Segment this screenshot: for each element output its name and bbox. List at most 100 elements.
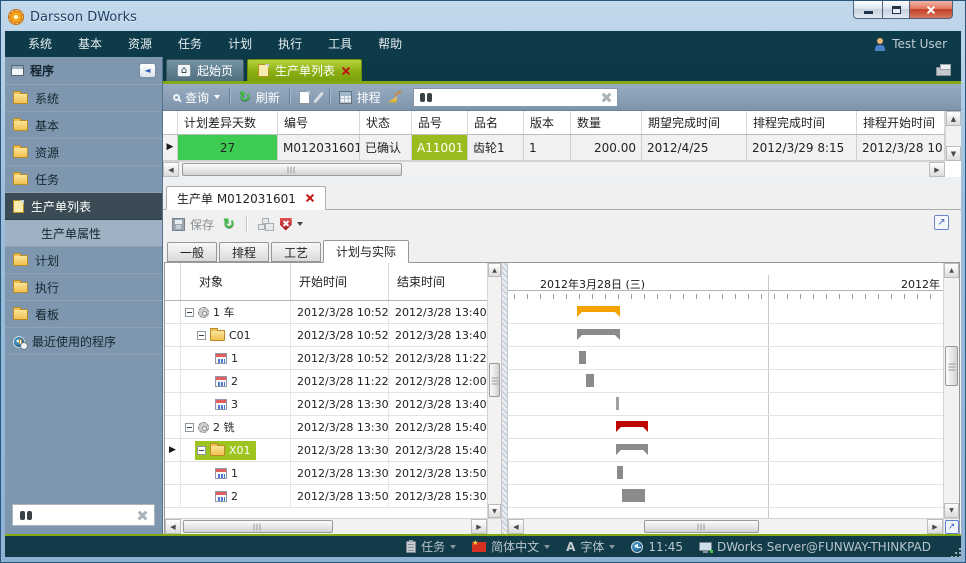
sidebar-item-resource[interactable]: 资源 — [5, 139, 162, 166]
menu-execute[interactable]: 执行 — [265, 31, 315, 57]
gantt-summary-bar[interactable] — [616, 421, 648, 432]
cell-start-time[interactable]: 2012/3/28 13:30 — [291, 416, 389, 438]
menu-resource[interactable]: 资源 — [115, 31, 165, 57]
column-header[interactable]: 排程完成时间 — [747, 111, 857, 134]
gantt-task-bar[interactable] — [622, 489, 645, 502]
menu-basic[interactable]: 基本 — [65, 31, 115, 57]
status-language-dropdown[interactable]: 简体中文 — [472, 538, 550, 555]
tree-row-selected[interactable]: ▶ X01 2012/3/28 13:30 2012/3/28 15:40 — [165, 439, 487, 462]
sidebar-item-recent-programs[interactable]: 最近使用的程序 — [5, 328, 162, 355]
resize-grip[interactable] — [955, 552, 957, 554]
scroll-right-arrow[interactable]: ▶ — [471, 519, 487, 534]
cell-item-no[interactable]: A11001 — [412, 135, 468, 160]
tree-cell-object[interactable]: 2 铣 — [181, 416, 291, 438]
tree-row[interactable]: 1 2012/3/28 13:30 2012/3/28 13:50 — [165, 462, 487, 485]
cell-start-time[interactable]: 2012/3/28 10:52 — [291, 301, 389, 323]
tree-row[interactable]: 1 2012/3/28 10:52 2012/3/28 11:22 — [165, 347, 487, 370]
column-header[interactable]: 排程开始时间 — [857, 111, 945, 134]
printer-icon[interactable] — [936, 67, 951, 76]
cell-end-time[interactable]: 2012/3/28 13:50 — [389, 462, 487, 484]
column-header[interactable]: 编号 — [278, 111, 360, 134]
tab-home[interactable]: ⌂ 起始页 — [166, 59, 244, 81]
tree-cell-object[interactable]: 3 — [181, 393, 291, 415]
expand-gantt-icon[interactable]: ↗ — [945, 520, 959, 534]
menu-tools[interactable]: 工具 — [315, 31, 365, 57]
menu-plan[interactable]: 计划 — [215, 31, 265, 57]
cell-start-time[interactable]: 2012/3/28 11:22 — [291, 370, 389, 392]
cell-end-time[interactable]: 2012/3/28 15:40 — [389, 439, 487, 461]
query-button[interactable]: 查询 — [173, 89, 220, 106]
column-header[interactable]: 状态 — [360, 111, 412, 134]
tree-cell-object[interactable]: X01 — [181, 439, 291, 461]
tree-cell-object[interactable]: 1 — [181, 462, 291, 484]
sidebar-item-task[interactable]: 任务 — [5, 166, 162, 193]
menu-system[interactable]: 系统 — [15, 31, 65, 57]
tree-cell-object[interactable]: 2 — [181, 370, 291, 392]
collapse-node-icon[interactable] — [185, 423, 194, 432]
open-external-icon[interactable]: ↗ — [934, 215, 949, 230]
sidebar-search-box[interactable] — [12, 504, 155, 526]
detail-doc-tab[interactable]: 生产单 M012031601 — [166, 186, 326, 210]
collapse-node-icon[interactable] — [197, 331, 206, 340]
tab-plan-vs-actual[interactable]: 计划与实际 — [323, 240, 409, 263]
menu-task[interactable]: 任务 — [165, 31, 215, 57]
scroll-right-arrow[interactable]: ▶ — [929, 162, 945, 177]
sidebar-collapse-button[interactable]: ◄ — [139, 63, 156, 78]
column-header[interactable]: 结束时间 — [389, 263, 487, 300]
column-header[interactable]: 期望完成时间 — [642, 111, 747, 134]
sidebar-item-kanban[interactable]: 看板 — [5, 301, 162, 328]
column-header[interactable]: 计划差异天数 — [178, 111, 278, 134]
scroll-left-arrow[interactable]: ◀ — [163, 162, 179, 177]
column-header[interactable]: 开始时间 — [291, 263, 389, 300]
collapse-node-icon[interactable] — [197, 446, 206, 455]
tree-row[interactable]: 2 2012/3/28 13:50 2012/3/28 15:30 — [165, 485, 487, 508]
cell-item-name[interactable]: 齿轮1 — [468, 135, 524, 160]
scroll-up-arrow[interactable]: ▲ — [944, 263, 959, 278]
cell-version[interactable]: 1 — [524, 135, 571, 160]
column-header[interactable]: 版本 — [524, 111, 571, 134]
sidebar-item-plan[interactable]: 计划 — [5, 247, 162, 274]
cell-end-time[interactable]: 2012/3/28 11:22 — [389, 347, 487, 369]
scrollbar-thumb[interactable] — [644, 520, 759, 533]
gantt-task-bar[interactable] — [579, 351, 586, 364]
tree-cell-object[interactable]: 2 — [181, 485, 291, 507]
cell-end-time[interactable]: 2012/3/28 13:40 — [389, 301, 487, 323]
tab-schedule[interactable]: 排程 — [219, 242, 269, 262]
sidebar-item-basic[interactable]: 基本 — [5, 112, 162, 139]
scrollbar-thumb[interactable] — [945, 346, 958, 386]
collapse-node-icon[interactable] — [185, 308, 194, 317]
schedule-button[interactable]: 排程 — [339, 89, 381, 106]
validate-button[interactable] — [280, 218, 303, 231]
cell-sched-start[interactable]: 2012/3/28 10:52 — [857, 135, 945, 160]
scroll-left-arrow[interactable]: ◀ — [165, 519, 181, 534]
cell-start-time[interactable]: 2012/3/28 10:52 — [291, 324, 389, 346]
cell-plan-diff-days[interactable]: 27 — [178, 135, 278, 160]
cell-expected-finish[interactable]: 2012/4/25 — [642, 135, 747, 160]
cell-status[interactable]: 已确认 — [360, 135, 412, 160]
menu-help[interactable]: 帮助 — [365, 31, 415, 57]
minimize-button[interactable] — [853, 1, 883, 19]
scrollbar-thumb[interactable] — [489, 363, 500, 397]
pane-splitter[interactable] — [501, 263, 508, 534]
tree-cell-object[interactable]: 1 车 — [181, 301, 291, 323]
close-button[interactable] — [909, 1, 953, 19]
cell-end-time[interactable]: 2012/3/28 15:40 — [389, 416, 487, 438]
scroll-down-arrow[interactable]: ▼ — [944, 503, 959, 518]
close-tab-icon[interactable] — [305, 193, 315, 203]
tree-row[interactable]: 3 2012/3/28 13:30 2012/3/28 13:40 — [165, 393, 487, 416]
maximize-button[interactable] — [882, 1, 910, 19]
tree-cell-object[interactable]: C01 — [181, 324, 291, 346]
gantt-task-bar[interactable] — [617, 466, 623, 479]
scroll-up-arrow[interactable]: ▲ — [946, 111, 961, 126]
gantt-summary-bar[interactable] — [616, 444, 648, 455]
sidebar-item-production-order-props[interactable]: 生产单属性 — [5, 220, 162, 247]
tab-process[interactable]: 工艺 — [271, 242, 321, 262]
scrollbar-thumb[interactable] — [183, 520, 333, 533]
refresh-button[interactable]: ↻ 刷新 — [239, 89, 280, 106]
save-button[interactable]: 保存 — [172, 216, 214, 233]
gantt-summary-bar[interactable] — [577, 306, 620, 317]
tab-production-order-list[interactable]: 生产单列表 — [247, 59, 362, 81]
structure-button[interactable] — [258, 218, 271, 230]
tree-row[interactable]: C01 2012/3/28 10:52 2012/3/28 13:40 — [165, 324, 487, 347]
scroll-down-arrow[interactable]: ▼ — [946, 146, 961, 161]
